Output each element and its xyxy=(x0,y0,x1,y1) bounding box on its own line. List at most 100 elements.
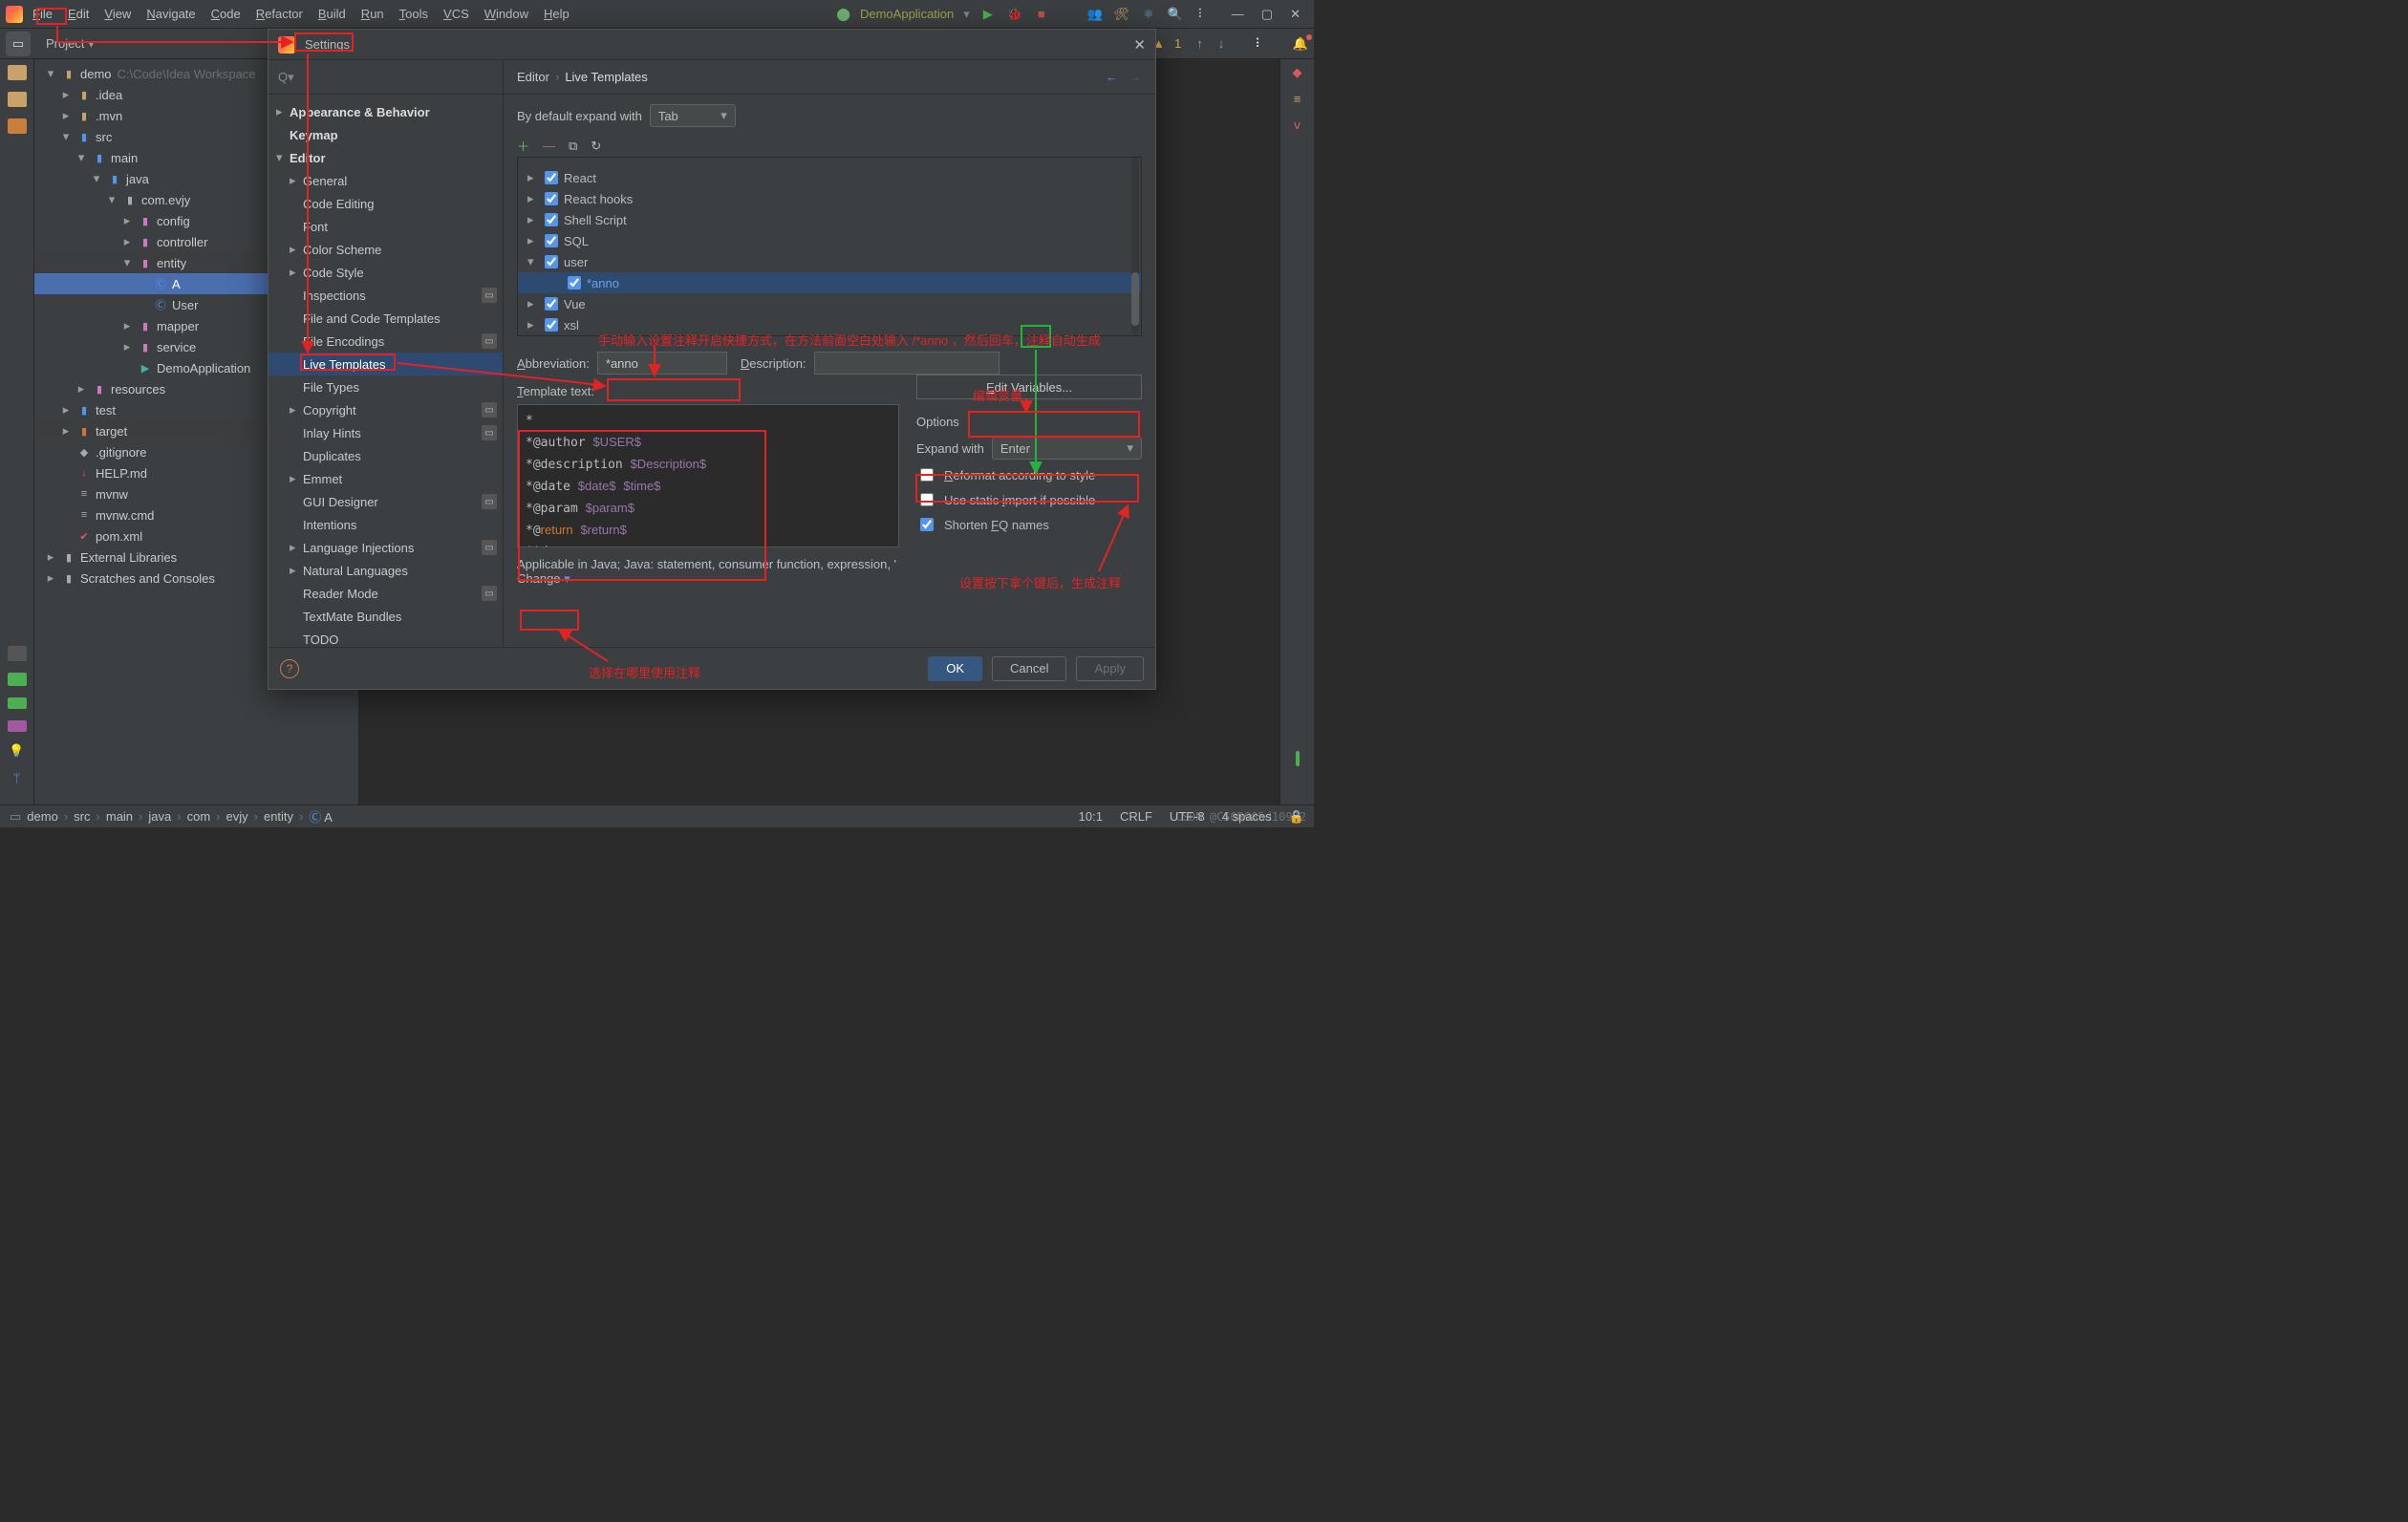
settings-search[interactable]: Q▾ xyxy=(269,60,503,95)
settings-item-gui-designer[interactable]: GUI Designer▭ xyxy=(269,490,503,513)
nav-up-icon[interactable]: ↑ xyxy=(1196,36,1203,51)
vcs-icon[interactable]: ᛘ xyxy=(8,770,27,785)
settings-item-file-encodings[interactable]: File Encodings▭ xyxy=(269,330,503,353)
add-icon[interactable]: ＋ xyxy=(517,137,529,155)
remove-icon[interactable]: — xyxy=(543,139,555,153)
settings-item-language-injections[interactable]: ▸Language Injections▭ xyxy=(269,536,503,559)
bookmarks-icon[interactable] xyxy=(8,646,27,661)
window-maximize-icon[interactable]: ▢ xyxy=(1261,7,1273,22)
settings-item-code-editing[interactable]: Code Editing xyxy=(269,192,503,215)
copy-icon[interactable]: ⧉ xyxy=(569,139,577,154)
template-group-xsl[interactable]: ▸xsl xyxy=(518,314,1141,335)
settings-item-appearance-behavior[interactable]: ▸Appearance & Behavior xyxy=(269,100,503,123)
settings-item-duplicates[interactable]: Duplicates xyxy=(269,444,503,467)
nav-back-icon[interactable]: ← xyxy=(1106,70,1118,84)
apply-button[interactable]: Apply xyxy=(1076,656,1144,681)
shorten-fq-checkbox[interactable]: Shorten FQ names xyxy=(916,515,1142,534)
menu-file[interactable]: File xyxy=(25,5,60,23)
template-group-sql[interactable]: ▸SQL xyxy=(518,230,1141,251)
abbreviation-input[interactable] xyxy=(597,352,727,375)
settings-item-textmate-bundles[interactable]: TextMate Bundles xyxy=(269,605,503,628)
settings-item-emmet[interactable]: ▸Emmet xyxy=(269,467,503,490)
crumb-main[interactable]: main xyxy=(106,809,133,824)
project-panel-label[interactable]: Project xyxy=(46,36,84,51)
status-position[interactable]: 10:1 xyxy=(1079,809,1103,824)
template-group-react[interactable]: ▸React xyxy=(518,167,1141,188)
menu-vcs[interactable]: VCS xyxy=(436,5,477,23)
project-tool-button[interactable]: ▭ xyxy=(6,32,31,56)
menu-refactor[interactable]: Refactor xyxy=(248,5,311,23)
settings-item-intentions[interactable]: Intentions xyxy=(269,513,503,536)
menu-build[interactable]: Build xyxy=(311,5,354,23)
crumb-src[interactable]: src xyxy=(74,809,90,824)
run-rail-icon[interactable] xyxy=(8,697,27,709)
crumb-java[interactable]: java xyxy=(148,809,171,824)
static-import-checkbox[interactable]: Use static import if possible xyxy=(916,490,1142,509)
search-everywhere-icon[interactable]: 🔍 xyxy=(1167,6,1184,23)
menu-tools[interactable]: Tools xyxy=(392,5,436,23)
expand-with-select[interactable]: Enter▾ xyxy=(992,437,1142,460)
change-link[interactable]: Change ▾ xyxy=(517,571,570,586)
build-icon[interactable] xyxy=(8,673,27,686)
rail-icon-1[interactable] xyxy=(8,65,27,80)
template-groups-list[interactable]: ▸React▸React hooks▸Shell Script▸SQL▾user… xyxy=(517,157,1142,336)
settings-item-color-scheme[interactable]: ▸Color Scheme xyxy=(269,238,503,261)
crumb-com[interactable]: com xyxy=(187,809,211,824)
menu-help[interactable]: Help xyxy=(536,5,577,23)
run-icon[interactable]: ⬤ xyxy=(836,7,850,22)
settings-icon[interactable]: ⠇ xyxy=(1193,6,1211,23)
reformat-checkbox[interactable]: Reformat according to style xyxy=(916,465,1142,484)
notifications-icon[interactable]: 🔔 xyxy=(1293,36,1308,52)
stop-icon[interactable]: ■ xyxy=(1033,6,1050,23)
default-expand-select[interactable]: Tab▾ xyxy=(650,104,736,127)
template-group-user[interactable]: ▾user xyxy=(518,251,1141,272)
menu-edit[interactable]: Edit xyxy=(60,5,97,23)
right-rail-icon-3[interactable]: ⅴ xyxy=(1294,118,1301,133)
atom-icon[interactable]: ⚛ xyxy=(1140,6,1157,23)
settings-item-font[interactable]: Font xyxy=(269,215,503,238)
menu-run[interactable]: Run xyxy=(354,5,392,23)
template-group-vue[interactable]: ▸Vue xyxy=(518,293,1141,314)
settings-item-keymap[interactable]: Keymap xyxy=(269,123,503,146)
tools-icon[interactable]: 🛠 xyxy=(1113,6,1130,23)
settings-item-natural-languages[interactable]: ▸Natural Languages xyxy=(269,559,503,582)
users-icon[interactable]: 👥 xyxy=(1086,6,1104,23)
settings-item-inspections[interactable]: Inspections▭ xyxy=(269,284,503,307)
status-tool-icon[interactable]: ▭ xyxy=(10,809,21,825)
nav-down-icon[interactable]: ↓ xyxy=(1218,36,1225,51)
chevron-down-icon[interactable]: ▾ xyxy=(963,7,970,22)
revert-icon[interactable]: ↻ xyxy=(591,139,601,154)
debug-icon[interactable]: 🐞 xyxy=(1006,6,1023,23)
right-rail-icon-1[interactable]: ◆ xyxy=(1293,65,1302,80)
template-item--anno[interactable]: *anno xyxy=(518,272,1141,293)
breadcrumb-editor[interactable]: Editor xyxy=(517,70,549,84)
window-minimize-icon[interactable]: — xyxy=(1232,7,1244,22)
scrollbar[interactable] xyxy=(1131,158,1139,335)
dialog-close-icon[interactable]: ✕ xyxy=(1133,36,1146,54)
terminal-icon[interactable] xyxy=(8,720,27,732)
run-config[interactable]: DemoApplication xyxy=(860,7,954,21)
rail-icon-2[interactable] xyxy=(8,92,27,107)
menu-view[interactable]: View xyxy=(97,5,139,23)
settings-item-general[interactable]: ▸General xyxy=(269,169,503,192)
run-button-icon[interactable]: ▶ xyxy=(979,6,997,23)
rail-icon-3[interactable] xyxy=(8,118,27,134)
settings-item-todo[interactable]: TODO xyxy=(269,628,503,647)
status-eol[interactable]: CRLF xyxy=(1120,809,1152,824)
warn-rail-icon[interactable]: 💡 xyxy=(8,743,27,759)
settings-item-code-style[interactable]: ▸Code Style xyxy=(269,261,503,284)
cancel-button[interactable]: Cancel xyxy=(992,656,1066,681)
crumb-evjy[interactable]: evjy xyxy=(226,809,248,824)
help-icon[interactable]: ? xyxy=(280,659,299,678)
settings-item-live-templates[interactable]: Live Templates xyxy=(269,353,503,375)
template-group-shell-script[interactable]: ▸Shell Script xyxy=(518,209,1141,230)
settings-item-file-and-code-templates[interactable]: File and Code Templates xyxy=(269,307,503,330)
settings-item-editor[interactable]: ▾Editor xyxy=(269,146,503,169)
settings-item-file-types[interactable]: File Types xyxy=(269,375,503,398)
settings-item-reader-mode[interactable]: Reader Mode▭ xyxy=(269,582,503,605)
template-text-editor[interactable]: * *@author $USER$ *@description $Descrip… xyxy=(517,404,899,547)
template-group-react-hooks[interactable]: ▸React hooks xyxy=(518,188,1141,209)
menu-code[interactable]: Code xyxy=(204,5,248,23)
settings-item-copyright[interactable]: ▸Copyright▭ xyxy=(269,398,503,421)
right-rail-icon-2[interactable]: ≡ xyxy=(1294,92,1301,106)
